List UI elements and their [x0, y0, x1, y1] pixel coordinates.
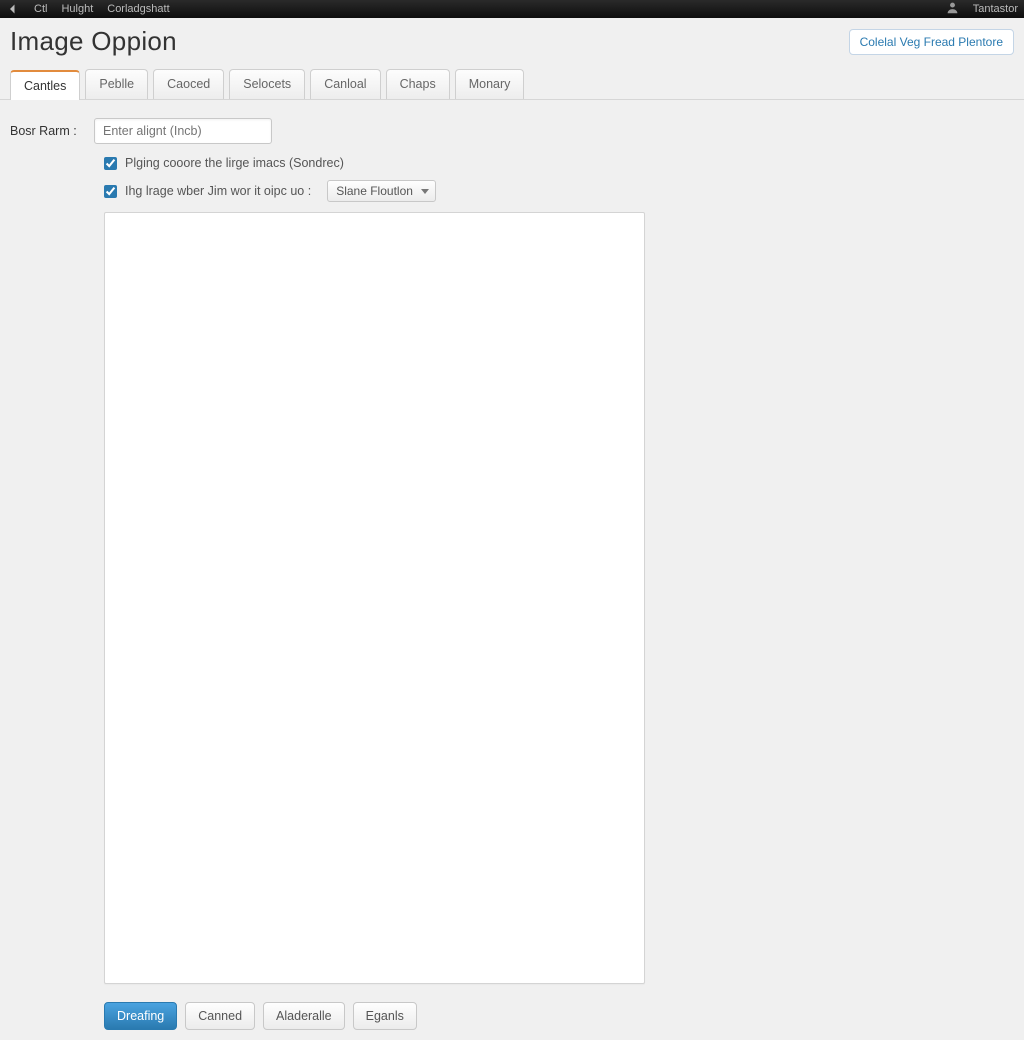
primary-action-button[interactable]: Dreafing — [104, 1002, 177, 1030]
align-input[interactable] — [94, 118, 272, 144]
tab-canloal[interactable]: Canloal — [310, 69, 380, 99]
tab-monary[interactable]: Monary — [455, 69, 525, 99]
tab-peblle[interactable]: Peblle — [85, 69, 148, 99]
eganls-button[interactable]: Eganls — [353, 1002, 417, 1030]
topbar-item-1[interactable]: Ctl — [34, 3, 47, 15]
user-icon[interactable] — [946, 1, 959, 17]
top-menu-bar: Ctl Hulght Corladgshatt Tantastor — [0, 0, 1024, 18]
page-title: Image Oppion — [10, 26, 177, 57]
tab-caoced[interactable]: Caoced — [153, 69, 224, 99]
tab-chaps[interactable]: Chaps — [386, 69, 450, 99]
checkbox-image-when-label: Ihg lrage wber Jim wor it oipc uo : — [125, 184, 311, 198]
tabs-container: Cantles Peblle Caoced Selocets Canloal C… — [0, 69, 1024, 100]
checkbox-image-when[interactable] — [104, 185, 117, 198]
topbar-item-2[interactable]: Hulght — [61, 3, 93, 15]
resolution-select[interactable]: Slane Floutlon — [327, 180, 436, 202]
checkbox-coordinate[interactable] — [104, 157, 117, 170]
tab-cantles[interactable]: Cantles — [10, 70, 80, 100]
field-label: Bosr Rarm : — [10, 124, 94, 138]
aladeralle-button[interactable]: Aladeralle — [263, 1002, 345, 1030]
checkbox-coordinate-label: Plging cooore the lirge imacs (Sondrec) — [125, 156, 344, 170]
page-header: Image Oppion Colelal Veg Fread Plentore — [0, 18, 1024, 69]
footer-buttons: Dreafing Canned Aladeralle Eganls — [104, 1002, 1014, 1030]
back-icon[interactable] — [6, 2, 20, 16]
form-area: Bosr Rarm : Plging cooore the lirge imac… — [0, 100, 1024, 1040]
topbar-item-3[interactable]: Corladgshatt — [107, 3, 169, 15]
tab-selocets[interactable]: Selocets — [229, 69, 305, 99]
header-action-button[interactable]: Colelal Veg Fread Plentore — [849, 29, 1014, 55]
cancel-button[interactable]: Canned — [185, 1002, 255, 1030]
image-canvas[interactable] — [104, 212, 645, 984]
topbar-right-label[interactable]: Tantastor — [973, 3, 1018, 15]
